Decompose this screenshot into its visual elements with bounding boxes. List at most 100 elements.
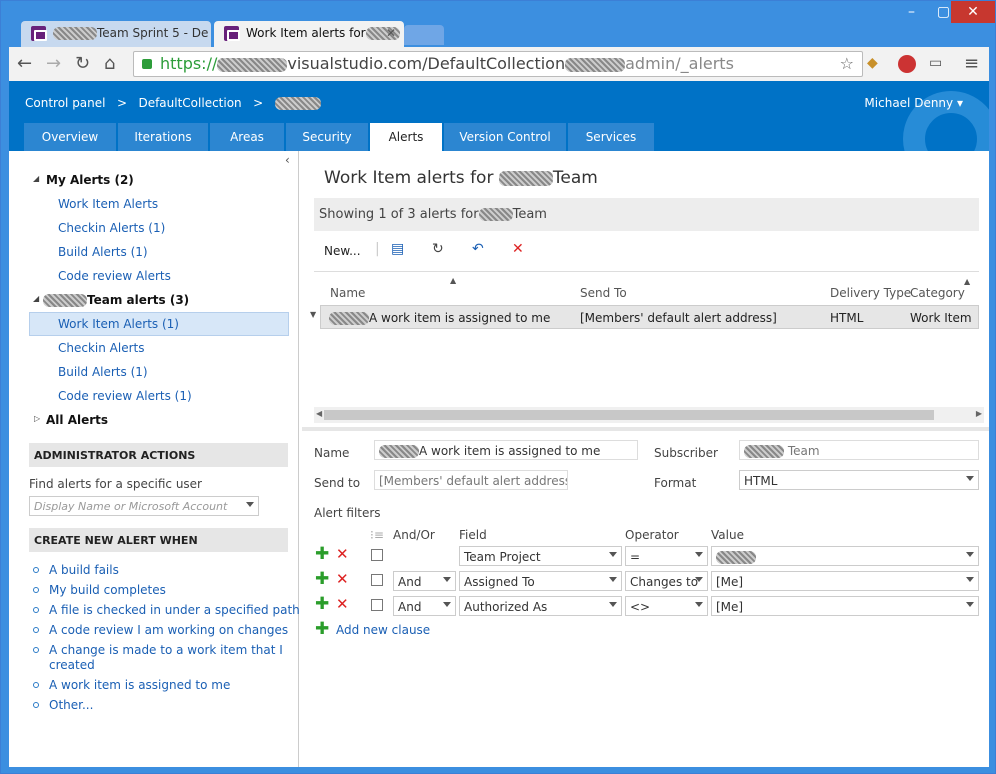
close-window-button[interactable]: ✕	[951, 1, 995, 23]
tree-team-build-alerts[interactable]: Build Alerts (1)	[58, 365, 148, 379]
expand-icon[interactable]: ◢	[33, 174, 39, 183]
clause-checkbox[interactable]	[371, 574, 383, 586]
scroll-left-icon[interactable]: ◀	[316, 409, 322, 418]
name-field[interactable]: A work item is assigned to me	[374, 440, 638, 460]
clause-andor-select[interactable]: And	[393, 571, 456, 591]
create-build-fails[interactable]: A build fails	[49, 563, 119, 577]
clause-checkbox[interactable]	[371, 549, 383, 561]
add-clause-icon[interactable]: ✚	[315, 569, 329, 589]
sendto-field[interactable]: [Members' default alert address]	[374, 470, 568, 490]
create-work-item-assigned[interactable]: A work item is assigned to me	[49, 678, 230, 692]
reload-icon[interactable]: ↻	[75, 53, 90, 74]
tab-strip: Team Sprint 5 - De Work Item alerts for …	[9, 1, 989, 47]
create-other[interactable]: Other...	[49, 698, 93, 712]
clause-operator-select[interactable]: Changes to	[625, 571, 708, 591]
tree-my-checkin-alerts[interactable]: Checkin Alerts (1)	[58, 221, 165, 235]
tab-areas[interactable]: Areas	[210, 123, 284, 151]
add-clause-icon[interactable]: ✚	[315, 594, 329, 614]
clause-operator-select[interactable]: =	[625, 546, 708, 566]
adblock-icon[interactable]	[898, 55, 916, 73]
format-select[interactable]: HTML	[739, 470, 979, 490]
row-expand-icon[interactable]: ▼	[310, 310, 316, 319]
tab-version-control[interactable]: Version Control	[444, 123, 566, 151]
horizontal-scrollbar[interactable]: ◀ ▶	[314, 407, 984, 423]
new-tab-button[interactable]	[404, 25, 444, 45]
tab-services[interactable]: Services	[568, 123, 654, 151]
add-new-clause-link[interactable]: Add new clause	[336, 623, 430, 637]
save-icon[interactable]: ▤	[391, 241, 404, 257]
insert-clause-icon[interactable]: ⁝≡	[370, 528, 384, 542]
browser-tab-sprint[interactable]: Team Sprint 5 - De	[21, 21, 211, 47]
breadcrumb-project[interactable]	[274, 97, 321, 110]
row-send-to: [Members' default alert address]	[580, 311, 777, 325]
scrollbar-thumb[interactable]	[324, 410, 934, 420]
tree-my-work-item-alerts[interactable]: Work Item Alerts	[58, 197, 158, 211]
home-icon[interactable]: ⌂	[104, 53, 115, 74]
add-new-clause-icon[interactable]: ✚	[315, 619, 329, 639]
create-work-item-change-cont[interactable]: created	[49, 658, 95, 672]
create-file-checked-in[interactable]: A file is checked in under a specified p…	[49, 603, 300, 617]
column-header-name[interactable]: Name	[330, 286, 365, 300]
clause-field-select[interactable]: Assigned To	[459, 571, 622, 591]
tree-team-checkin-alerts[interactable]: Checkin Alerts	[58, 341, 144, 355]
collapse-pane-icon[interactable]: ‹	[285, 153, 290, 167]
chevron-down-icon	[695, 552, 703, 557]
chevron-down-icon	[443, 602, 451, 607]
user-menu[interactable]: Michael Denny ▾	[864, 96, 963, 110]
tree-team-alerts[interactable]: Team alerts (3)	[43, 293, 189, 307]
format-label: Format	[654, 476, 697, 490]
column-header-delivery[interactable]: Delivery Type	[830, 286, 911, 300]
table-row[interactable]: A work item is assigned to me [Members' …	[320, 305, 979, 329]
create-work-item-change[interactable]: A change is made to a work item that I	[49, 643, 283, 657]
menu-icon[interactable]: ≡	[964, 53, 979, 74]
clause-checkbox[interactable]	[371, 599, 383, 611]
clause-field-select[interactable]: Authorized As	[459, 596, 622, 616]
tab-alerts[interactable]: Alerts	[370, 123, 442, 151]
tree-team-code-review-alerts[interactable]: Code review Alerts (1)	[58, 389, 192, 403]
clause-value-select[interactable]: [Me]	[711, 596, 979, 616]
back-icon[interactable]: ←	[17, 53, 32, 74]
new-alert-button[interactable]: New...	[324, 244, 361, 258]
expand-icon[interactable]: ◢	[33, 294, 39, 303]
forward-icon[interactable]: →	[46, 53, 61, 74]
bookmark-star-icon[interactable]: ☆	[840, 52, 854, 76]
delete-icon[interactable]: ✕	[512, 241, 524, 257]
create-build-completes[interactable]: My build completes	[49, 583, 166, 597]
breadcrumb-collection[interactable]: DefaultCollection	[138, 96, 241, 110]
minimize-button[interactable]: –	[895, 1, 928, 23]
browser-tab-alerts[interactable]: Work Item alerts for ✕	[214, 21, 404, 47]
column-header-send-to[interactable]: Send To	[580, 286, 627, 300]
expand-icon[interactable]: ▷	[34, 414, 40, 423]
address-bar[interactable]: https:// visualstudio.com/DefaultCollecti…	[133, 51, 863, 77]
cast-icon[interactable]: ▭	[929, 55, 942, 71]
tab-overview[interactable]: Overview	[24, 123, 116, 151]
showing-suffix: Team	[512, 207, 547, 222]
tab-iterations[interactable]: Iterations	[118, 123, 208, 151]
clause-value-select[interactable]: [Me]	[711, 571, 979, 591]
clause-field-select[interactable]: Team Project	[459, 546, 622, 566]
pane-splitter[interactable]	[302, 427, 989, 431]
find-user-input[interactable]: Display Name or Microsoft Account	[29, 496, 259, 516]
tree-my-build-alerts[interactable]: Build Alerts (1)	[58, 245, 148, 259]
remove-clause-icon[interactable]: ✕	[336, 595, 349, 613]
tree-team-work-item-alerts[interactable]: Work Item Alerts (1)	[29, 312, 289, 336]
close-tab-icon[interactable]: ✕	[386, 26, 396, 40]
tree-all-alerts[interactable]: All Alerts	[46, 413, 108, 427]
refresh-icon[interactable]: ↻	[432, 241, 444, 257]
clause-operator-select[interactable]: <>	[625, 596, 708, 616]
clause-value-select[interactable]	[711, 546, 979, 566]
scroll-right-icon[interactable]: ▶	[976, 409, 982, 418]
column-header-category[interactable]: Category	[910, 286, 965, 300]
remove-clause-icon[interactable]: ✕	[336, 545, 349, 563]
remove-clause-icon[interactable]: ✕	[336, 570, 349, 588]
tree-my-alerts[interactable]: My Alerts (2)	[46, 173, 134, 187]
undo-icon[interactable]: ↶	[472, 241, 484, 257]
add-clause-icon[interactable]: ✚	[315, 544, 329, 564]
chevron-down-icon	[609, 552, 617, 557]
tab-security[interactable]: Security	[286, 123, 368, 151]
extension-icon[interactable]: ◆	[867, 55, 878, 71]
tree-my-code-review-alerts[interactable]: Code review Alerts	[58, 269, 171, 283]
breadcrumb-control-panel[interactable]: Control panel	[25, 96, 105, 110]
create-code-review-changes[interactable]: A code review I am working on changes	[49, 623, 288, 637]
clause-andor-select[interactable]: And	[393, 596, 456, 616]
